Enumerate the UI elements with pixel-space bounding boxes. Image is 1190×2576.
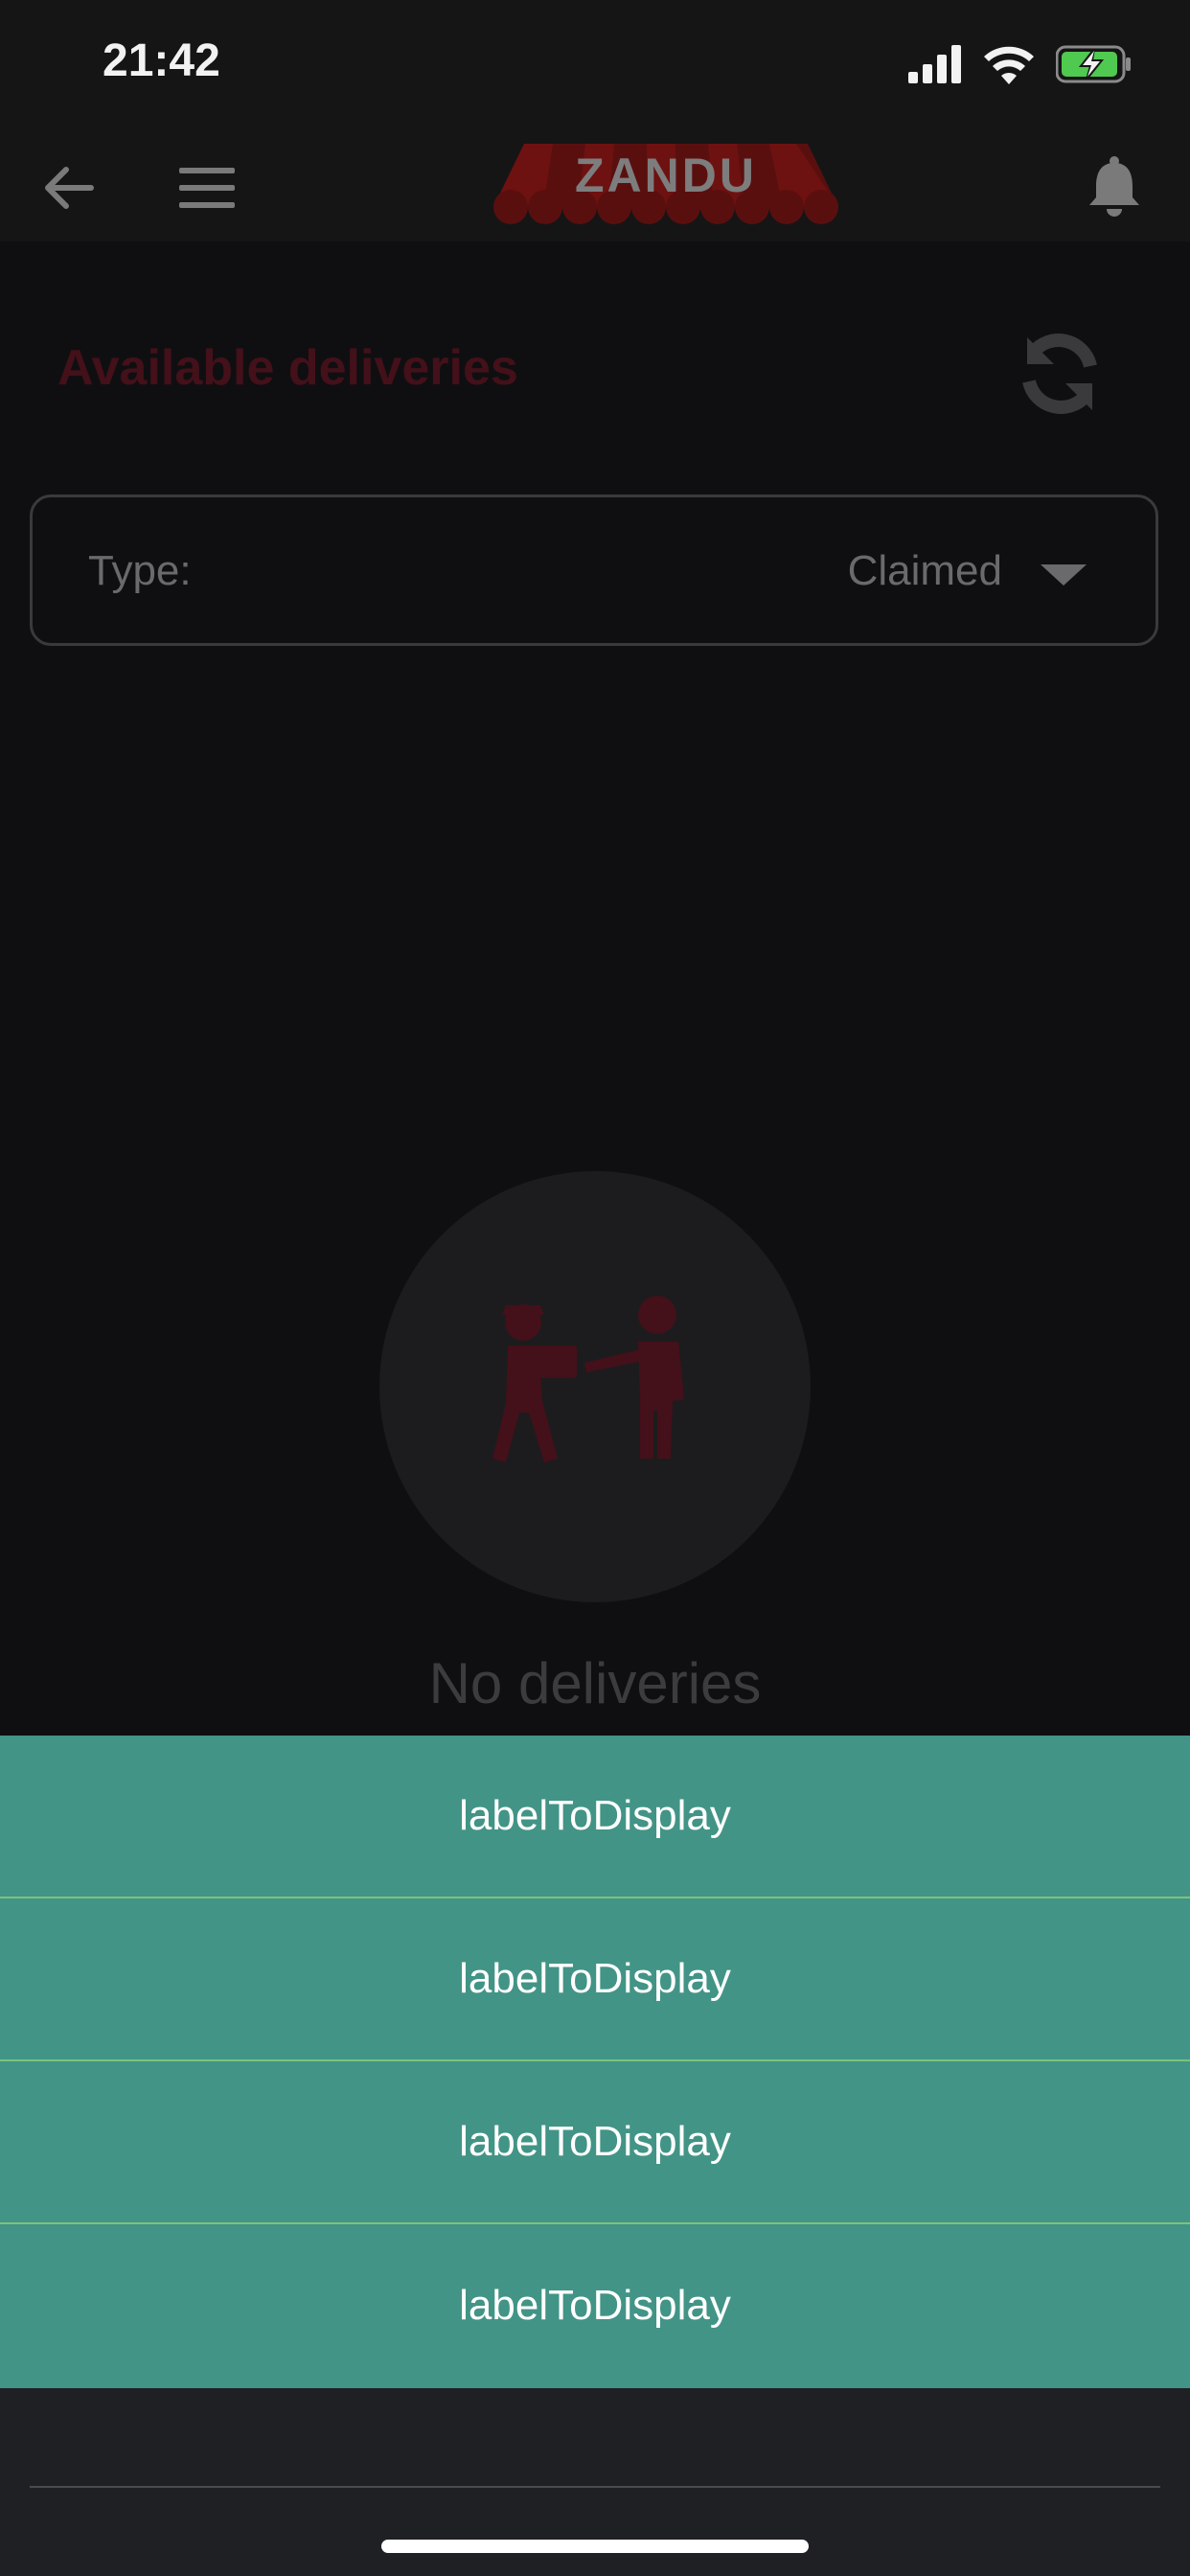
status-bar: 21:42	[0, 0, 1190, 134]
action-sheet-option[interactable]: labelToDisplay	[0, 1736, 1190, 1898]
empty-state-illustration	[379, 1171, 811, 1602]
menu-button[interactable]	[172, 153, 241, 222]
wifi-icon	[984, 46, 1034, 84]
status-time: 21:42	[103, 35, 220, 86]
back-button[interactable]	[34, 153, 103, 222]
type-dropdown[interactable]: Type: Claimed	[30, 494, 1158, 646]
caret-down-icon	[1041, 564, 1087, 586]
bottom-area	[0, 2388, 1190, 2576]
type-selected-value: Claimed	[847, 547, 1002, 594]
zandu-logo: ZANDU	[493, 144, 838, 224]
notifications-button[interactable]	[1080, 151, 1149, 220]
type-label: Type:	[88, 547, 192, 594]
logo-text: ZANDU	[575, 149, 757, 202]
main-content: Available deliveries Type: Claimed No de…	[0, 242, 1190, 1736]
action-sheet-option[interactable]: labelToDisplay	[0, 1898, 1190, 2061]
refresh-button[interactable]	[1016, 330, 1104, 418]
divider	[30, 2486, 1160, 2488]
battery-charging-icon	[1056, 45, 1131, 83]
action-sheet-option[interactable]: labelToDisplay	[0, 2061, 1190, 2224]
page-title: Available deliveries	[57, 340, 518, 396]
delivery-handoff-icon	[492, 1296, 684, 1462]
bell-icon	[1089, 156, 1139, 217]
hamburger-menu-icon	[179, 168, 235, 208]
action-sheet: labelToDisplay labelToDisplay labelToDis…	[0, 1736, 1190, 2388]
cellular-signal-icon	[908, 45, 961, 83]
empty-state-message: No deliveries	[428, 1651, 762, 1715]
status-icons	[908, 42, 1133, 86]
action-sheet-option[interactable]: labelToDisplay	[0, 2224, 1190, 2387]
home-indicator[interactable]	[381, 2540, 809, 2553]
arrow-left-icon	[45, 167, 94, 209]
refresh-icon	[1022, 334, 1097, 414]
